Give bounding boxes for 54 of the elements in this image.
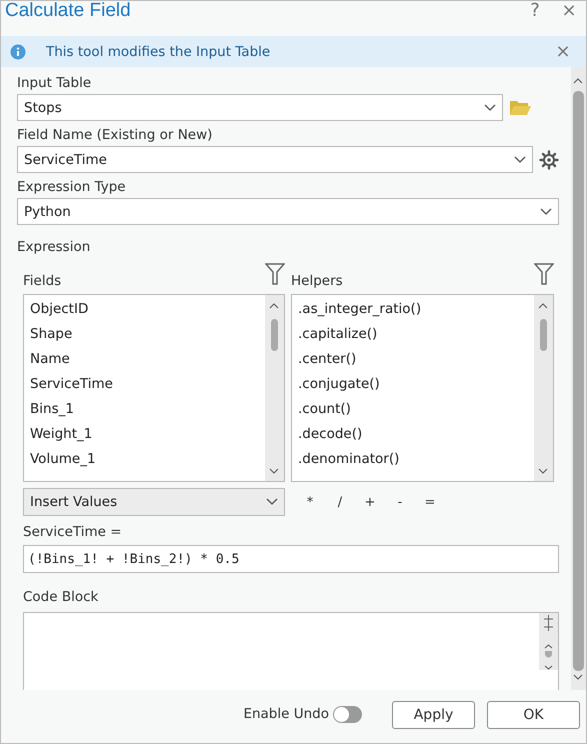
gear-icon[interactable] [539,150,559,170]
list-item[interactable]: Bins_1 [30,397,265,422]
chevron-down-icon[interactable] [484,104,496,112]
input-table-dropdown[interactable]: Stops [17,94,503,121]
scroll-bar[interactable] [265,295,284,481]
window-title: Calculate Field [5,0,132,22]
field-label: ServiceTime = [23,524,123,541]
ok-button[interactable]: OK [487,700,580,728]
toggle-label: Enable Undo [243,706,329,723]
list-label: Helpers [291,272,343,290]
close-button[interactable]: × [552,1,586,21]
list-item[interactable]: ObjectID [30,297,265,322]
field-label: Field Name (Existing or New) [17,127,214,144]
insert-values-dropdown[interactable]: Insert Values [23,488,285,516]
section-label: Expression [17,239,92,256]
operator-button[interactable]: + [355,494,385,510]
list-item[interactable]: Volume_1 [30,447,265,472]
operator-button[interactable]: - [385,494,415,510]
info-message: This tool modifies the Input Table [46,44,272,60]
expression-type-dropdown[interactable]: Python [17,198,559,225]
field-label: Expression Type [17,179,127,196]
list-item[interactable]: .center() [298,347,534,372]
scroll-bar[interactable] [571,67,586,690]
apply-button[interactable]: Apply [392,700,475,728]
code-block-field[interactable] [23,612,559,690]
list-item[interactable]: Shape [30,322,265,347]
list-item[interactable]: Weight_1 [30,422,265,447]
list-item[interactable]: .capitalize() [298,322,534,347]
scroll-bar[interactable] [539,613,558,670]
list-item[interactable]: ServiceTime [30,372,265,397]
filter-icon[interactable] [534,263,554,285]
chevron-down-icon[interactable] [266,498,278,506]
filter-icon[interactable] [265,263,285,285]
expression-field[interactable]: (!Bins_1! + !Bins_2!) * 0.5 [23,545,559,573]
help-button[interactable]: ? [518,1,552,21]
undo-toggle[interactable] [333,706,362,723]
chevron-down-icon[interactable] [514,156,526,164]
list-item[interactable]: .count() [298,397,534,422]
list-item[interactable]: .conjugate() [298,372,534,397]
scroll-bar[interactable] [534,295,553,481]
operator-button[interactable]: = [415,494,445,510]
field-label: Input Table [17,75,92,92]
info-icon [10,44,26,60]
close-button[interactable]: × [546,42,580,62]
field-name-dropdown[interactable]: ServiceTime [17,146,533,173]
list-item[interactable]: Name [30,347,265,372]
list-item[interactable]: .as_integer_ratio() [298,297,534,322]
list-item[interactable]: .denominator() [298,447,534,472]
operator-button[interactable]: * [295,494,325,510]
list-label: Fields [23,272,62,290]
chevron-down-icon[interactable] [540,208,552,216]
list-item[interactable]: .decode() [298,422,534,447]
operator-button[interactable]: / [325,494,355,510]
field-label: Code Block [23,589,100,606]
